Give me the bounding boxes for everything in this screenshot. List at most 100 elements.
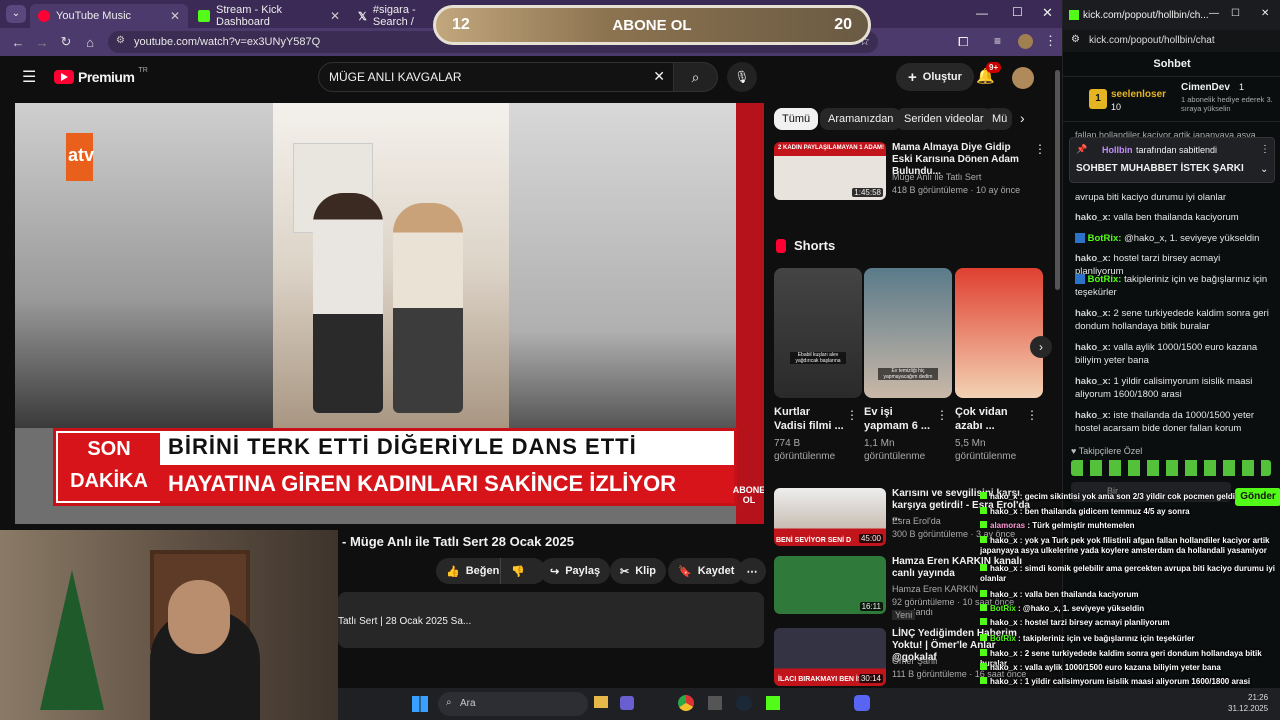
menu-icon[interactable]: ⋮ [1044,33,1057,49]
create-button[interactable]: + Oluştur [896,63,974,91]
message-user[interactable]: hako_x: [1075,342,1111,353]
overlay-user: hako_x [990,492,1018,501]
video-player[interactable]: atv SON DAKİKA BİRİNİ TERK ETTİ DİĞERİYL… [15,103,764,524]
message-user[interactable]: hako_x: [1075,308,1111,319]
description-box[interactable]: Tatlı Sert | 28 Ocak 2025 Sa... [338,592,764,648]
dislike-button[interactable]: 👎 [500,558,535,584]
close-icon[interactable]: ✕ [1261,8,1269,19]
chip-all[interactable]: Tümü [774,108,819,130]
chevron-down-icon[interactable]: ⌄ [1260,164,1268,175]
message-user[interactable]: BotRix: [1088,233,1122,244]
account-avatar[interactable] [1012,67,1034,89]
pinned-message[interactable]: 📌 Hollbin tarafından sabitlendi SOHBET M… [1069,137,1275,183]
chip-from-search[interactable]: Aramanızdan [820,108,902,130]
chrome-icon[interactable] [678,695,694,711]
short-title[interactable]: Çok vidan azabı ... [955,405,1025,433]
clear-icon[interactable]: ✕ [653,68,665,85]
kick-badge-icon [980,507,987,514]
save-button[interactable]: 🔖 Kaydet [668,558,745,584]
message-user[interactable]: hako_x: [1075,376,1111,387]
more-icon[interactable]: ⋮ [1260,144,1270,155]
site-info-icon[interactable]: ⚙ [116,35,125,46]
shorts-next-button[interactable]: › [1030,336,1052,358]
thumb-caption: 2 KADIN PAYLAŞILAMAYAN 1 ADAM! [778,145,885,151]
shorts-icon [776,238,786,253]
chat-message: hako_x: valla aylik 1000/1500 euro kazan… [1075,341,1271,367]
tab-kick-dashboard[interactable]: Stream - Kick Dashboard ✕ [190,4,348,28]
search-value: MÜGE ANLI KAVGALAR [329,70,462,84]
hamburger-icon[interactable]: ☰ [22,67,36,87]
tab-x-search[interactable]: 𝕏 #sigara - Search / [350,4,440,28]
overlay-separator: : [1015,604,1023,613]
back-icon[interactable]: ← [6,35,30,50]
clip-label: Klip [635,565,656,577]
forward-icon[interactable]: → [30,35,54,50]
message-user[interactable]: hako_x: [1075,212,1111,223]
overlay-user: hako_x [990,507,1018,516]
close-icon[interactable]: ✕ [170,9,180,23]
share-icon: ↪ [550,565,560,578]
thumbs-down-icon: 👎 [511,565,525,578]
short-card[interactable]: Ebabil kuşları alev yağdırıcak başlarına [774,268,862,398]
short-title[interactable]: Ev işi yapmam 6 ... [864,405,934,433]
gifter-name: CimenDev [1181,82,1230,93]
page-scrollbar[interactable] [1055,70,1060,290]
steam-icon[interactable] [736,695,752,711]
clip-button[interactable]: ✂ Klip [610,558,666,584]
files-icon[interactable] [594,696,608,708]
overlay-user: BotRix [990,634,1016,643]
media-icon[interactable]: ≡ [994,34,1001,48]
maximize-icon[interactable]: ☐ [1012,5,1023,19]
kick-address-bar[interactable]: ⚙ kick.com/popout/hollbin/chat [1063,30,1280,52]
minimize-icon[interactable]: — [976,6,988,20]
profile-avatar[interactable] [1018,34,1033,49]
overlay-chat-line: hako_x : valla aylik 1000/1500 euro kaza… [980,663,1280,673]
maximize-icon[interactable]: ☐ [1231,8,1240,19]
kick-app-icon[interactable] [766,696,780,710]
search-button[interactable]: ⌕ [674,62,718,92]
more-icon[interactable]: ⋮ [846,408,858,422]
message-user[interactable]: hako_x: [1075,253,1111,264]
short-card[interactable]: Ev temizliği hiç yapmayacağım dedim [864,268,952,398]
home-icon[interactable]: ⌂ [78,35,102,50]
taskbar-search[interactable]: ⌕ Ara [438,692,588,716]
discord-icon[interactable] [854,695,870,711]
short-card[interactable] [955,268,1043,398]
teams-icon[interactable] [620,696,634,710]
more-icon[interactable]: ⋮ [1034,142,1046,156]
voice-search-button[interactable]: 🎙 [727,62,757,92]
blur-left [15,103,273,428]
overlay-chat-line: BotRix : takipleriniz için ve bağışların… [980,634,1280,644]
notifications-button[interactable]: 🔔 9+ [976,62,1002,85]
duration-badge: 1:45:58 [852,188,883,197]
share-button[interactable]: ↪ Paylaş [540,558,611,584]
youtube-header: ☰ Premium TR MÜGE ANLI KAVGALAR ✕ ⌕ 🎙 + … [0,56,1062,100]
more-icon[interactable]: ⋮ [1026,408,1038,422]
extensions-icon[interactable]: ⧠ [958,34,968,50]
more-icon[interactable]: ⋮ [936,408,948,422]
emote-row[interactable] [1071,460,1271,476]
calculator-icon[interactable] [708,696,722,710]
search-input[interactable]: MÜGE ANLI KAVGALAR ✕ [318,62,674,92]
start-icon[interactable] [412,696,428,712]
youtube-logo[interactable]: Premium TR [54,67,148,85]
tab-youtube-music[interactable]: YouTube Music ✕ [30,4,188,28]
minimize-icon[interactable]: — [1209,8,1219,19]
overlay-separator: : [1017,590,1025,599]
message-user[interactable]: hako_x: [1075,410,1111,421]
chevron-right-icon[interactable]: › [1020,110,1025,126]
clock[interactable]: 21:26 31.12.2025 [1228,692,1268,714]
close-window-icon[interactable]: ✕ [1042,5,1053,21]
close-icon[interactable]: ✕ [330,9,340,23]
short-caption: Ev temizliği hiç yapmayacağım dedim [878,368,938,380]
more-actions-button[interactable]: ⋯ [738,558,766,584]
tab-list-button[interactable]: ⌄ [6,5,26,23]
message-user[interactable]: BotRix: [1088,274,1122,285]
short-title[interactable]: Kurtlar Vadisi filmi ... [774,405,844,433]
chip-series[interactable]: Seriden videolar [896,108,992,130]
overlay-separator: : [1017,677,1025,686]
chip-mu[interactable]: Mü [984,108,1012,130]
breaking-badge: SON DAKİKA [58,433,160,501]
overlay-separator: : [1017,492,1025,501]
reload-icon[interactable]: ↻ [54,34,78,50]
